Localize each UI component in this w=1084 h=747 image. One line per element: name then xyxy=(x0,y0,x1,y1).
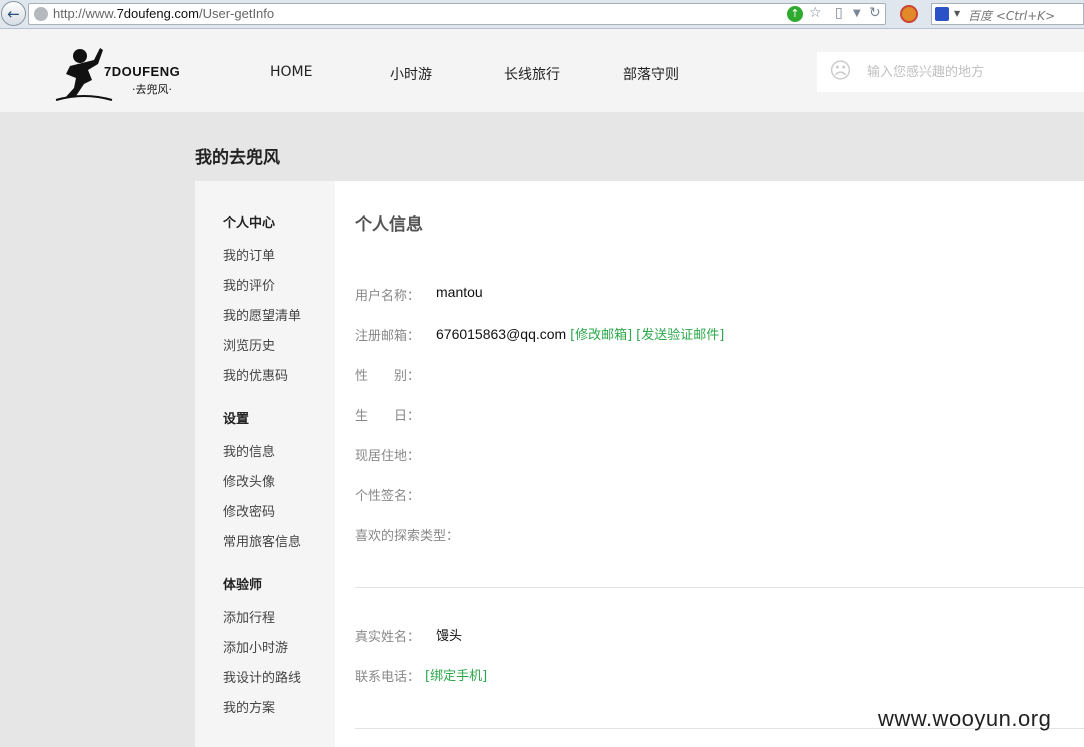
sidebar-item-my-orders[interactable]: 我的订单 xyxy=(223,245,275,264)
nav-home[interactable]: HOME xyxy=(270,64,312,80)
sidebar-item-coupons[interactable]: 我的优惠码 xyxy=(223,365,288,384)
email-label: 注册邮箱： xyxy=(355,329,421,344)
phone-row: [绑定手机] xyxy=(425,665,487,684)
site-header: 7DOUFENG ·去兜风· HOME 小时游 长线旅行 部落守则 ☹ xyxy=(0,29,1084,112)
username-label: 用户名称： xyxy=(355,289,421,304)
site-search: ☹ xyxy=(817,52,1084,92)
sidebar-item-my-reviews[interactable]: 我的评价 xyxy=(223,275,275,294)
sidebar-item-my-routes[interactable]: 我设计的路线 xyxy=(223,667,301,686)
nav-hourly-tour[interactable]: 小时游 xyxy=(390,64,432,84)
engine-dropdown-icon[interactable]: ▼ xyxy=(954,9,960,18)
browser-search-placeholder: 百度 <Ctrl+K> xyxy=(968,9,1056,23)
email-row: 676015863@qq.com [修改邮箱] [发送验证邮件] xyxy=(436,324,724,343)
mobile-icon[interactable]: ▯ xyxy=(835,5,843,21)
residence-label: 现居住地： xyxy=(355,449,421,464)
sidebar-item-add-hourly-tour[interactable]: 添加小时游 xyxy=(223,637,288,656)
section-divider xyxy=(355,587,1084,588)
page-title: 我的去兜风 xyxy=(195,148,280,168)
sidebar-item-add-trip[interactable]: 添加行程 xyxy=(223,607,275,626)
nav-long-trip[interactable]: 长线旅行 xyxy=(504,64,560,84)
sidebar-item-my-info[interactable]: 我的信息 xyxy=(223,441,275,460)
dropdown-icon[interactable]: ▼ xyxy=(853,8,861,19)
sidebar-group-personal-center: 个人中心 xyxy=(223,216,276,231)
url-text[interactable]: http://www.7doufeng.com/User-getInfo xyxy=(53,6,274,21)
change-email-link[interactable]: [修改邮箱] xyxy=(570,328,632,343)
globe-icon xyxy=(34,7,48,21)
birthday-label: 生 日： xyxy=(355,409,421,424)
sidebar-item-change-password[interactable]: 修改密码 xyxy=(223,501,275,520)
real-name-value: 馒头 xyxy=(436,629,463,644)
go-arrow-icon[interactable]: ↑ xyxy=(787,6,803,22)
username-value: mantou xyxy=(436,284,483,300)
nav-tribe-rules[interactable]: 部落守则 xyxy=(623,64,679,84)
sidebar-item-history[interactable]: 浏览历史 xyxy=(223,335,275,354)
sidebar-item-wishlist[interactable]: 我的愿望清单 xyxy=(223,305,301,324)
browser-search-box[interactable]: ▼ 百度 <Ctrl+K> xyxy=(931,3,1084,25)
sidebar-item-change-avatar[interactable]: 修改头像 xyxy=(223,471,275,490)
send-verification-link[interactable]: [发送验证邮件] xyxy=(636,328,724,343)
signature-label: 个性签名： xyxy=(355,489,421,504)
address-bar[interactable]: http://www.7doufeng.com/User-getInfo ↑ ☆… xyxy=(28,3,886,25)
phone-label: 联系电话： xyxy=(355,670,421,685)
back-icon[interactable]: ← xyxy=(1,1,26,26)
watermark: www.wooyun.org xyxy=(878,706,1052,731)
baidu-paw-icon[interactable] xyxy=(935,7,949,21)
sidebar-group-experiencer: 体验师 xyxy=(223,578,263,593)
email-value: 676015863@qq.com xyxy=(436,326,567,342)
profile-title: 个人信息 xyxy=(355,215,423,235)
real-name-label: 真实姓名： xyxy=(355,630,421,645)
addon-icon[interactable] xyxy=(900,5,918,23)
explore-type-label: 喜欢的探索类型： xyxy=(355,529,460,544)
reload-icon[interactable]: ↻ xyxy=(869,5,881,21)
sidebar: 个人中心 我的订单 我的评价 我的愿望清单 浏览历史 我的优惠码 设置 我的信息… xyxy=(195,181,335,747)
sidebar-group-settings: 设置 xyxy=(223,412,250,427)
logo-text: 7DOUFENG xyxy=(104,64,181,79)
browser-toolbar: ← http://www.7doufeng.com/User-getInfo ↑… xyxy=(0,0,1084,29)
gender-label: 性 别： xyxy=(355,369,421,384)
bookmark-star-icon[interactable]: ☆ xyxy=(809,5,822,21)
site-search-input[interactable] xyxy=(867,52,1077,92)
logo-subtitle: ·去兜风· xyxy=(132,83,172,96)
sidebar-item-my-plans[interactable]: 我的方案 xyxy=(223,697,275,716)
footprint-icon: ☹ xyxy=(829,59,852,84)
bind-phone-link[interactable]: [绑定手机] xyxy=(425,669,487,684)
sidebar-item-travelers[interactable]: 常用旅客信息 xyxy=(223,531,301,550)
profile-panel: 个人信息 用户名称： mantou 注册邮箱： 676015863@qq.com… xyxy=(335,181,1084,747)
